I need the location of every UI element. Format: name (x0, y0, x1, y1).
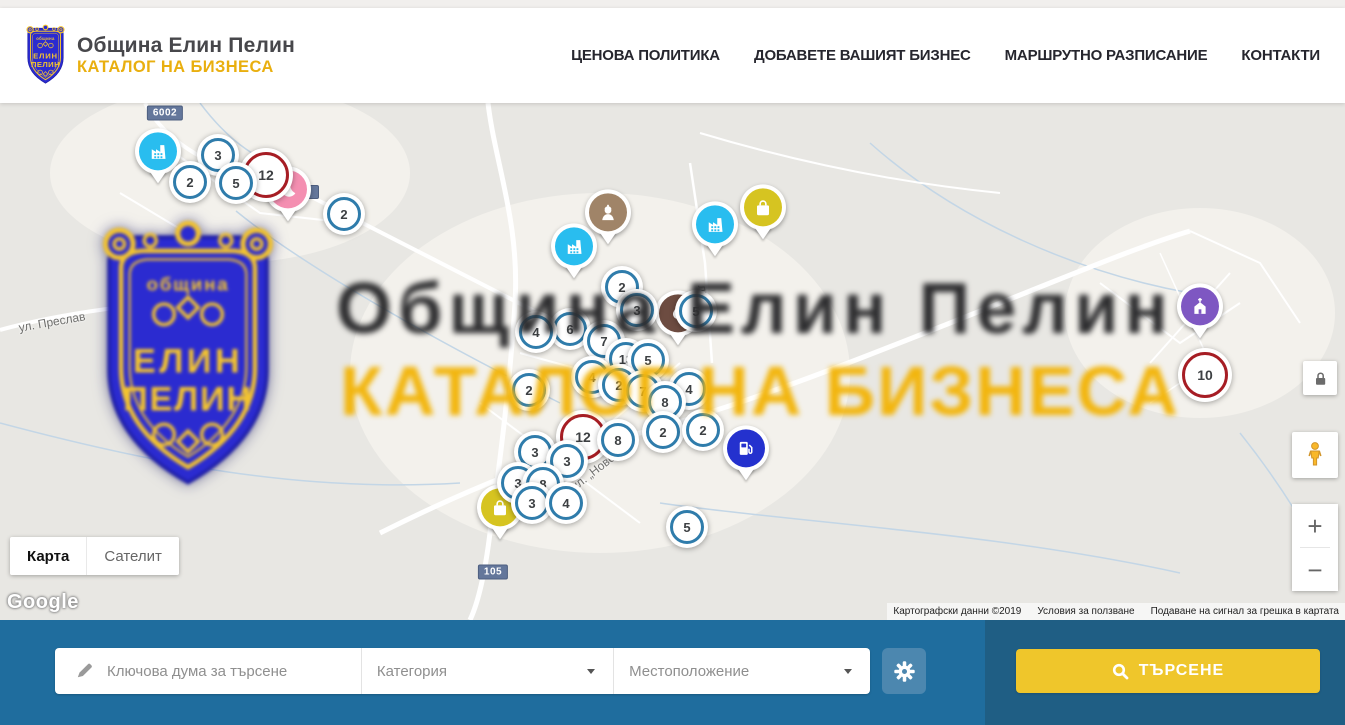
attribution-link[interactable]: Подаване на сигнал за грешка в картата (1151, 606, 1339, 617)
chevron-down-icon (844, 669, 852, 674)
map-pin-worker[interactable] (585, 189, 631, 235)
top-strip (0, 0, 1345, 8)
marker-cluster[interactable]: 2 (323, 193, 365, 235)
site-subtitle: КАТАЛОГ НА БИЗНЕСА (77, 58, 295, 77)
brand-text: Община Елин Пелин КАТАЛОГ НА БИЗНЕСА (77, 34, 295, 77)
gear-icon (892, 659, 917, 684)
marker-cluster[interactable]: 2 (169, 161, 211, 203)
keyword-input[interactable] (105, 662, 339, 681)
worker-icon (585, 189, 631, 235)
municipality-crest-icon (22, 24, 69, 87)
category-select[interactable]: Категория (361, 648, 613, 694)
nav-item-3[interactable]: МАРШРУТНО РАЗПИСАНИЕ (1005, 47, 1208, 64)
satellite-view-button[interactable]: Сателит (86, 537, 179, 575)
streetview-lock-button[interactable] (1303, 361, 1337, 395)
map-pin-factory[interactable] (692, 201, 738, 247)
pencil-icon (75, 662, 93, 680)
category-select-value: Категория (377, 663, 447, 680)
marker-cluster[interactable]: 4 (545, 482, 587, 524)
map-pin-fuel[interactable] (723, 425, 769, 471)
pegman-button[interactable] (1292, 432, 1338, 478)
search-button[interactable]: ТЪРСЕНЕ (1016, 649, 1320, 693)
site-logo[interactable]: Община Елин Пелин КАТАЛОГ НА БИЗНЕСА (22, 24, 295, 87)
church-icon (1177, 283, 1223, 329)
location-select[interactable]: Местоположение (613, 648, 870, 694)
page-root: Община Елин Пелин КАТАЛОГ НА БИЗНЕСА ЦЕН… (0, 0, 1345, 725)
search-bar-right: ТЪРСЕНЕ (985, 620, 1345, 725)
search-icon (1112, 663, 1129, 680)
nav-item-2[interactable]: ДОБАВЕТЕ ВАШИЯТ БИЗНЕС (754, 47, 971, 64)
fuel-icon (723, 425, 769, 471)
marker-cluster[interactable]: 4 (515, 311, 557, 353)
zoom-in-button[interactable]: + (1292, 504, 1338, 547)
main-nav: ЦЕНОВА ПОЛИТИКА ДОБАВЕТЕ ВАШИЯТ БИЗНЕС МАР… (571, 47, 1320, 64)
location-select-value: Местоположение (629, 663, 749, 680)
factory-icon (692, 201, 738, 247)
marker-cluster[interactable]: 3 (616, 289, 658, 331)
map-attribution: Картографски данни ©2019 Условия за ползв… (887, 603, 1345, 620)
site-title: Община Елин Пелин (77, 34, 295, 58)
marker-cluster[interactable]: 5 (666, 506, 708, 548)
map-pin-bag[interactable] (740, 184, 786, 230)
chevron-down-icon (587, 669, 595, 674)
marker-cluster[interactable]: 2 (508, 369, 550, 411)
site-header: Община Елин Пелин КАТАЛОГ НА БИЗНЕСА ЦЕН… (0, 8, 1345, 103)
keyword-field (55, 648, 361, 694)
marker-cluster[interactable]: 2 (642, 411, 684, 453)
map-canvas[interactable]: 6002105 ул. Преславбул. „Новоселлци 3122… (0, 103, 1345, 620)
search-button-label: ТЪРСЕНЕ (1139, 662, 1224, 680)
marker-cluster[interactable]: 8 (597, 419, 639, 461)
search-bar-left: Категория Местоположение (0, 620, 985, 725)
pegman-icon (1303, 441, 1327, 469)
search-panel: Категория Местоположение (55, 648, 870, 694)
attribution-text: Картографски данни ©2019 (893, 606, 1021, 617)
attribution-link[interactable]: Условия за ползване (1037, 606, 1134, 617)
zoom-out-button[interactable]: − (1292, 548, 1338, 591)
nav-item-4[interactable]: КОНТАКТИ (1241, 47, 1320, 64)
map-view-button[interactable]: Карта (10, 537, 86, 575)
lock-icon (1312, 370, 1329, 387)
map-type-control: Карта Сателит (10, 537, 179, 575)
advanced-settings-button[interactable] (882, 648, 926, 694)
marker-cluster[interactable]: 10 (1178, 348, 1232, 402)
marker-cluster[interactable]: 5 (675, 290, 717, 332)
bag-icon (740, 184, 786, 230)
google-logo[interactable]: Google (7, 591, 79, 614)
map-pin-church[interactable] (1177, 283, 1223, 329)
search-bar: Категория Местоположение (0, 620, 1345, 725)
marker-cluster[interactable]: 2 (682, 409, 724, 451)
zoom-control: + − (1292, 504, 1338, 591)
marker-cluster[interactable]: 5 (215, 162, 257, 204)
nav-item-1[interactable]: ЦЕНОВА ПОЛИТИКА (571, 47, 720, 64)
